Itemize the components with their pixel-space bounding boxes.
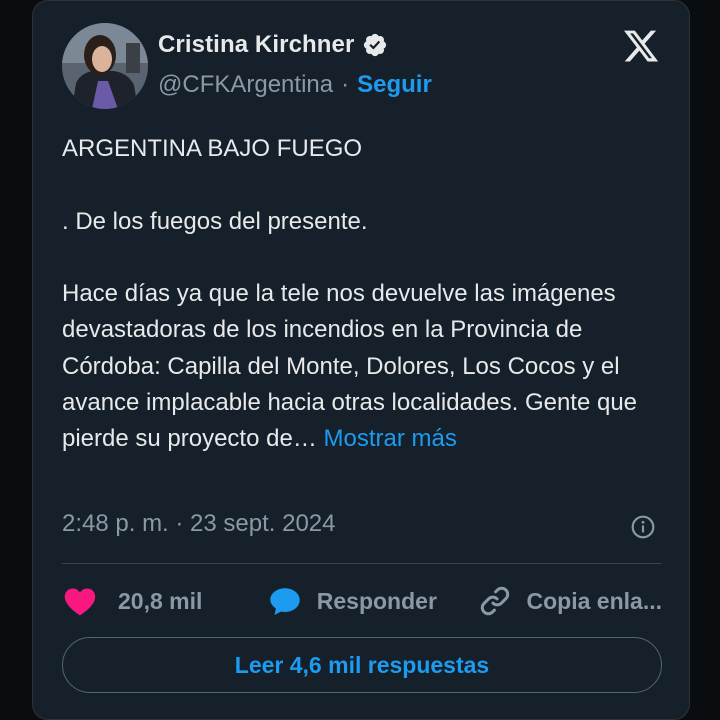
link-icon — [477, 583, 513, 619]
divider — [62, 563, 662, 564]
follow-button[interactable]: Seguir — [357, 71, 432, 99]
copy-link-button[interactable]: Copia enla... — [477, 583, 662, 619]
tweet-headline: ARGENTINA BAJO FUEGO — [62, 135, 363, 162]
tweet-timestamp[interactable]: 2:48 p. m. · 23 sept. 2024 — [62, 510, 336, 538]
author-name[interactable]: Cristina Kirchner — [158, 31, 354, 59]
reply-button[interactable]: Responder — [267, 583, 477, 619]
info-icon[interactable] — [630, 514, 656, 540]
action-bar: 20,8 mil Responder Copia enla... — [62, 579, 662, 623]
reply-label: Responder — [316, 587, 437, 614]
like-button[interactable]: 20,8 mil — [62, 583, 267, 619]
copy-link-label: Copia enla... — [526, 587, 662, 614]
like-count: 20,8 mil — [118, 587, 203, 614]
heart-icon — [62, 583, 98, 619]
author-handle[interactable]: @CFKArgentina — [158, 71, 333, 99]
verified-badge-icon — [362, 32, 388, 58]
author-name-row: Cristina Kirchner — [158, 31, 388, 59]
reply-bubble-icon — [267, 583, 303, 619]
x-logo-icon[interactable] — [621, 27, 661, 65]
show-more-link[interactable]: Mostrar más — [323, 425, 456, 452]
author-handle-row: @CFKArgentina · Seguir — [158, 71, 432, 99]
separator-dot: · — [341, 71, 350, 98]
read-replies-button[interactable]: Leer 4,6 mil respuestas — [62, 637, 662, 693]
tweet-body: Hace días ya que la tele nos devuelve la… — [62, 276, 662, 457]
tweet-text: ARGENTINA BAJO FUEGO . De los fuegos del… — [62, 131, 662, 458]
tweet-line: . De los fuegos del presente. — [62, 207, 368, 235]
tweet-card: Cristina Kirchner @CFKArgentina · Seguir… — [32, 0, 690, 720]
avatar[interactable] — [62, 23, 148, 109]
